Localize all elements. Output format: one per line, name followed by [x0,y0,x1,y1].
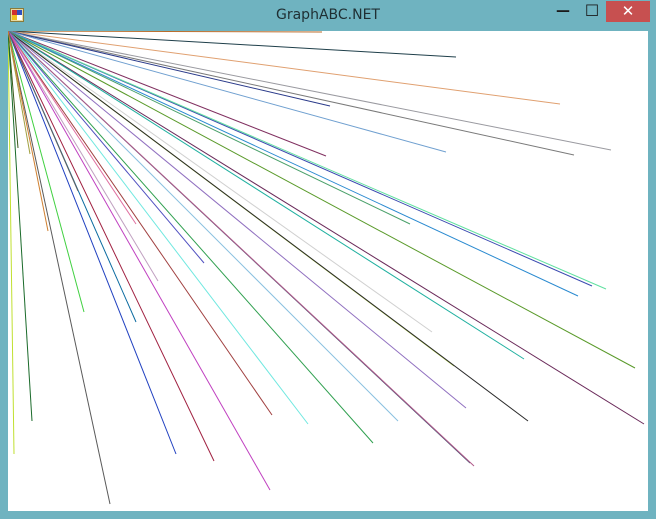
title-bar[interactable]: GraphABC.NET — ☐ ✕ [0,0,656,31]
minimize-icon: — [556,3,570,19]
app-window: GraphABC.NET — ☐ ✕ [0,0,656,519]
ray-line [8,31,159,282]
ray-line [8,31,579,297]
ray-line [8,31,525,360]
maximize-icon: ☐ [584,1,600,20]
ray-line [8,31,447,153]
ray-line [8,31,271,491]
ray-line [8,31,636,369]
ray-lines [8,31,645,505]
ray-line [8,31,645,425]
maximize-button[interactable]: ☐ [578,1,606,22]
ray-line [8,31,215,462]
ray-line [8,31,323,33]
minimize-button[interactable]: — [548,1,578,22]
ray-line [8,31,374,444]
ray-line [8,31,475,467]
close-icon: ✕ [621,2,635,20]
ray-line [8,31,79,192]
ray-line [8,31,399,422]
ray-line [8,31,575,156]
close-button[interactable]: ✕ [606,1,650,22]
graphics-canvas[interactable] [8,31,648,511]
ray-line [8,31,411,225]
ray-line [8,31,607,290]
ray-line [8,31,433,333]
ray-line [8,31,205,264]
